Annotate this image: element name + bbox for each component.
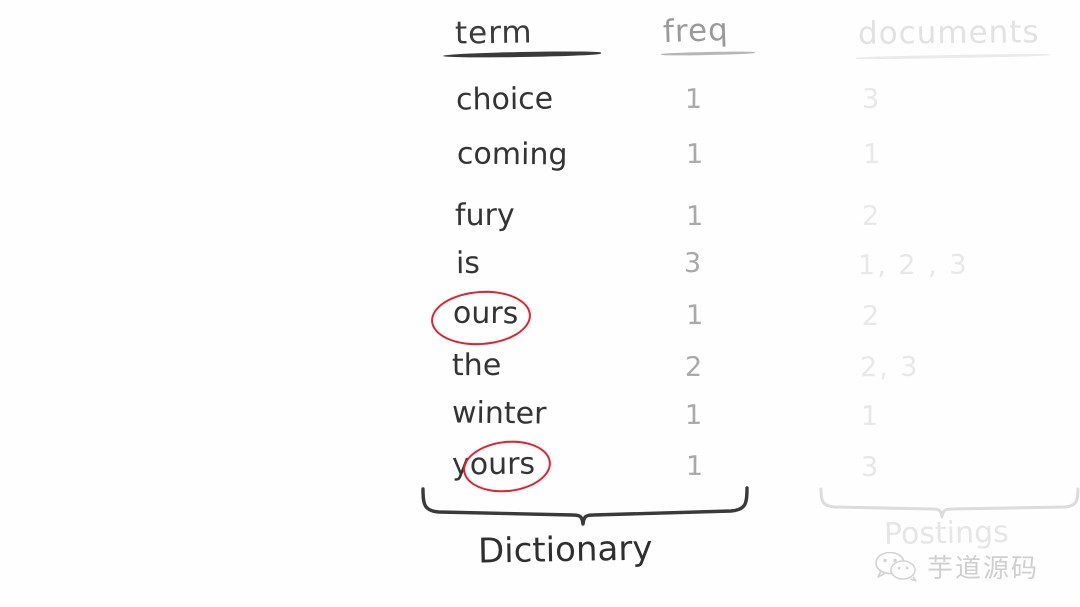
table-row-term: choice [455, 81, 554, 118]
red-circle-annotation-ours [429, 287, 533, 349]
table-row-freq: 2 [684, 351, 703, 384]
wechat-icon [875, 551, 919, 582]
column-header-documents: documents [857, 14, 1040, 52]
watermark-text: 芋道源码 [927, 554, 1040, 584]
table-row-documents: 1 [862, 138, 883, 171]
table-row-documents: 1 [860, 400, 881, 433]
column-header-term-underline [442, 50, 602, 59]
postings-label: Postings [883, 514, 1010, 553]
table-row-freq: 3 [683, 247, 702, 280]
column-header-documents-underline [855, 53, 1051, 60]
column-header-freq-underline [660, 51, 756, 56]
table-row-freq: 1 [685, 138, 704, 171]
table-row-documents: 3 [860, 451, 881, 484]
table-row-term: the [451, 347, 502, 384]
table-row-term: winter [451, 395, 547, 432]
dictionary-brace [421, 486, 749, 526]
table-row-documents: 3 [861, 83, 882, 116]
table-row-term: fury [454, 197, 515, 234]
column-header-freq: freq [662, 11, 730, 51]
table-row-documents: 2, 3 [859, 351, 920, 384]
table-row-documents: 1, 2 , 3 [857, 249, 969, 282]
table-row-documents: 2 [861, 200, 882, 233]
table-row-freq: 1 [684, 83, 703, 116]
column-header-term: term [454, 14, 533, 52]
table-row-term: coming [456, 136, 568, 173]
table-row-documents: 2 [861, 300, 882, 333]
table-row-term: is [455, 245, 481, 282]
table-row-freq: 1 [685, 450, 704, 483]
table-row-freq: 1 [684, 399, 703, 432]
table-row-freq: 1 [685, 299, 704, 332]
whiteboard-canvas: term freq documents choice 1 3 coming 1 … [0, 0, 1080, 607]
dictionary-label: Dictionary [477, 528, 653, 572]
table-row-freq: 1 [685, 200, 704, 233]
watermark: 芋道源码 [875, 548, 1039, 585]
